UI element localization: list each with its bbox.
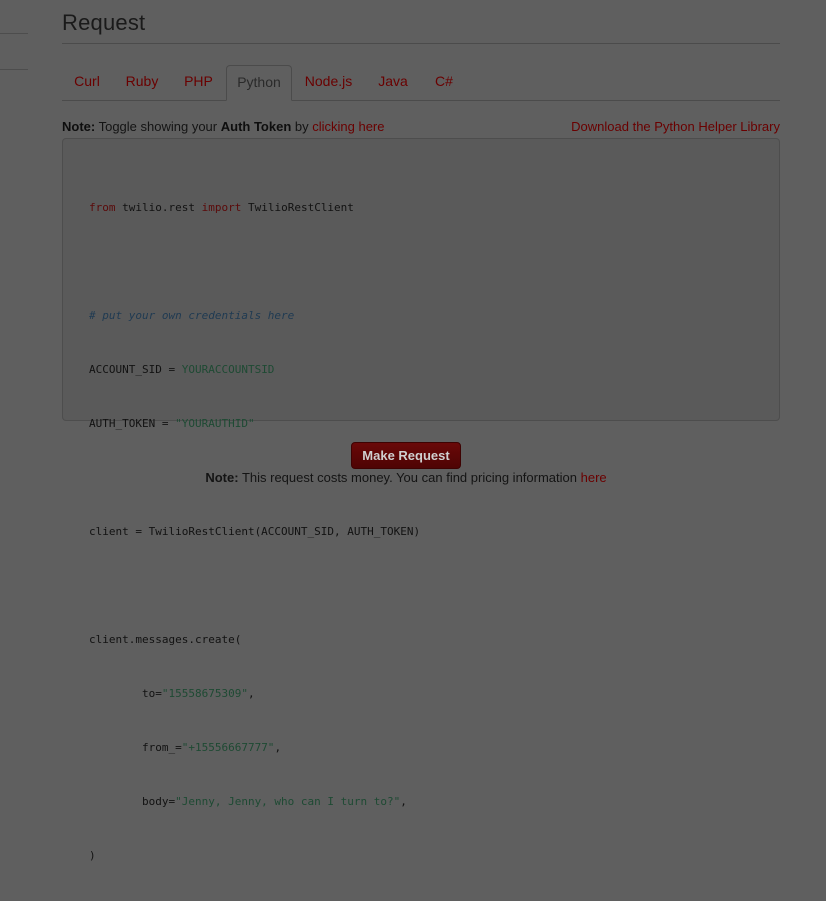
- title-divider: [62, 43, 780, 44]
- pricing-note: Note: This request costs money. You can …: [62, 470, 750, 485]
- pricing-note-text: This request costs money. You can find p…: [238, 470, 581, 485]
- code-line: body="Jenny, Jenny, who can I turn to?",: [89, 795, 407, 808]
- code-sample: from twilio.rest import TwilioRestClient…: [62, 138, 780, 862]
- pricing-link[interactable]: here: [581, 470, 607, 485]
- code-comment: # put your own credentials here: [89, 309, 295, 322]
- auth-token-label: Auth Token: [220, 119, 292, 134]
- code-line: ACCOUNT_SID = YOURACCOUNTSID: [89, 363, 275, 376]
- note-text: by: [291, 119, 313, 134]
- tab-python[interactable]: Python: [226, 65, 292, 101]
- note-text: Toggle showing your: [95, 119, 221, 134]
- code-line: from twilio.rest import TwilioRestClient: [89, 201, 354, 214]
- code-line: to="15558675309",: [89, 687, 255, 700]
- tab-csharp[interactable]: C#: [424, 65, 464, 100]
- page-title: Request: [62, 10, 146, 35]
- code-line: AUTH_TOKEN = "YOURAUTHID": [89, 417, 255, 430]
- make-request-button[interactable]: Make Request: [351, 442, 461, 469]
- code-block: from twilio.rest import TwilioRestClient…: [89, 163, 420, 901]
- code-line: client = TwilioRestClient(ACCOUNT_SID, A…: [89, 525, 421, 538]
- code-line: client.messages.create(: [89, 633, 242, 646]
- download-helper-library-link[interactable]: Download the Python Helper Library: [571, 119, 780, 134]
- sidebar-divider: [0, 69, 28, 70]
- toggle-auth-token-link[interactable]: clicking here: [312, 119, 384, 134]
- auth-token-note: Note: Toggle showing your Auth Token by …: [62, 119, 780, 135]
- sidebar-divider: [0, 33, 28, 34]
- tab-curl[interactable]: Curl: [62, 65, 112, 100]
- note-label: Note:: [205, 470, 239, 485]
- tab-ruby[interactable]: Ruby: [112, 65, 172, 100]
- code-line: from_="+15556667777",: [89, 741, 282, 754]
- note-label: Note:: [62, 119, 96, 134]
- code-line: ): [89, 849, 96, 862]
- tab-nodejs[interactable]: Node.js: [295, 65, 362, 100]
- language-tabs: Curl Ruby PHP Python Node.js Java C#: [62, 65, 780, 101]
- tab-java[interactable]: Java: [366, 65, 420, 100]
- tab-php[interactable]: PHP: [172, 65, 225, 100]
